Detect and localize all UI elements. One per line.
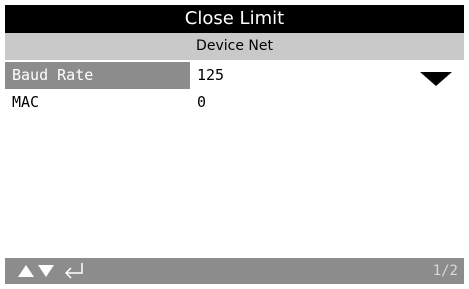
enter-icon[interactable] [63,262,85,280]
section-header-text: Device Net [196,38,273,54]
baud-rate-label: Baud Rate [5,62,190,89]
setting-row-mac[interactable]: MAC 0 [5,89,464,116]
dropdown-arrow-icon[interactable] [420,72,452,86]
mac-label: MAC [12,93,40,111]
section-header: Device Net [5,33,464,60]
page-indicator: 1/2 [432,263,458,279]
mac-value[interactable]: 0 [197,89,206,116]
footer-bar: 1/2 [5,258,464,284]
footer-nav-icons [17,262,85,280]
up-arrow-icon[interactable] [17,264,35,278]
setting-row-baud-rate[interactable]: Baud Rate 125 [5,62,464,89]
baud-rate-value[interactable]: 125 [197,62,224,89]
page-title-text: Close Limit [184,8,285,29]
device-screen: Close Limit Device Net Baud Rate 125 MAC… [5,5,464,284]
page-title: Close Limit [5,5,464,33]
down-arrow-icon[interactable] [37,264,55,278]
